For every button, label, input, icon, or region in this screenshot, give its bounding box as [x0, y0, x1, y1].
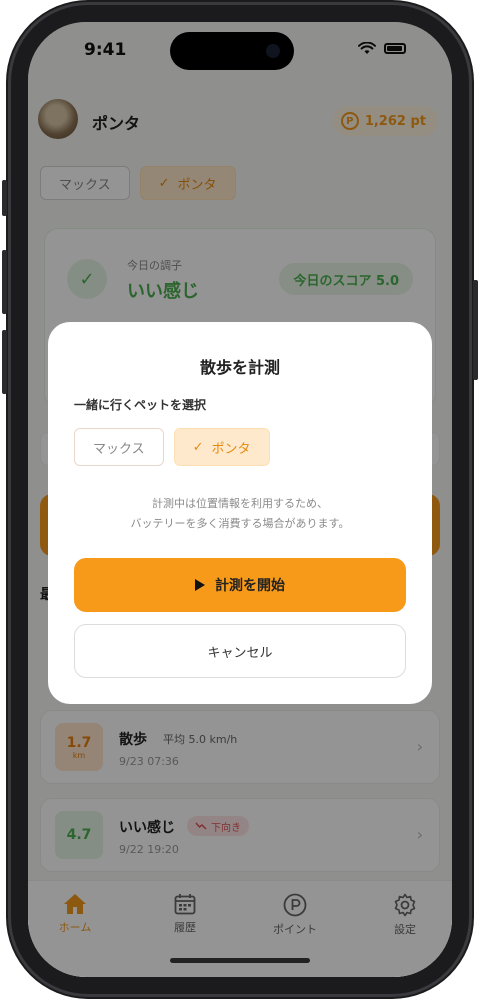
dialog-pet-chip-ponta[interactable]: ✓ ポンタ	[173, 428, 270, 466]
walk-measure-dialog: 散歩を計測 一緒に行くペットを選択 マックス ✓ ポンタ 計測中は位置情報を利用す…	[48, 322, 432, 704]
start-measure-button[interactable]: 計測を開始	[74, 558, 406, 612]
play-icon	[195, 579, 205, 591]
power-button	[473, 280, 478, 380]
note-line: バッテリーを多く消費する場合があります。	[130, 517, 350, 530]
dialog-pet-selector: マックス ✓ ポンタ	[74, 428, 270, 466]
pet-chip-label: マックス	[93, 441, 145, 457]
silent-switch	[2, 180, 7, 216]
home-indicator	[170, 958, 310, 963]
pet-select-label: 一緒に行くペットを選択	[74, 398, 207, 412]
check-icon: ✓	[192, 439, 204, 455]
volume-up-button	[2, 250, 7, 314]
app-screen: 9:41 ポンタ P 1,262 pt マックス ✓ ポンタ ✓ 今日の調子 いい…	[28, 22, 452, 977]
dialog-title: 散歩を計測	[199, 358, 280, 377]
dialog-pet-chip-max[interactable]: マックス	[74, 428, 164, 466]
battery-note: 計測中は位置情報を利用するため、 バッテリーを多く消費する場合があります。	[48, 494, 432, 534]
cancel-button[interactable]: キャンセル	[74, 624, 406, 678]
pet-chip-label: ポンタ	[211, 441, 251, 457]
note-line: 計測中は位置情報を利用するため、	[152, 497, 328, 510]
volume-down-button	[2, 330, 7, 394]
start-measure-label: 計測を開始	[215, 578, 285, 594]
